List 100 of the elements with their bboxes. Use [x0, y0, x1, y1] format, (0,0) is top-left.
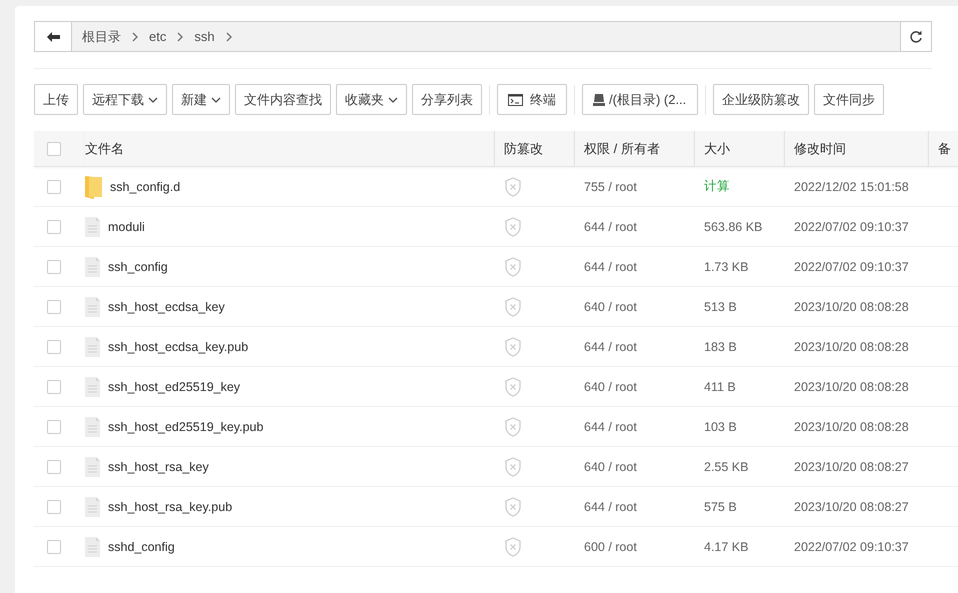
shield-x-icon[interactable] [504, 296, 522, 316]
checkbox[interactable] [47, 460, 61, 474]
disk-icon [593, 94, 605, 106]
dropdown-button[interactable]: 收藏夹 [336, 84, 407, 115]
file-name[interactable]: sshd_config [108, 540, 175, 554]
modified-time: 2022/12/02 15:01:58 [794, 180, 909, 194]
terminal-button[interactable]: 终端 [497, 84, 567, 115]
permission-text[interactable]: 640 / root [584, 300, 637, 314]
back-arrow-icon [46, 32, 60, 42]
permission-text[interactable]: 755 / root [584, 180, 637, 194]
checkbox[interactable] [47, 180, 61, 194]
shield-x-icon[interactable] [504, 496, 522, 516]
refresh-icon [909, 30, 923, 44]
column-header[interactable]: 修改时间 [794, 140, 846, 158]
file-icon [85, 496, 100, 516]
shield-x-icon[interactable] [504, 176, 522, 196]
file-name[interactable]: ssh_host_ed25519_key.pub [108, 420, 264, 434]
file-name[interactable]: ssh_host_ecdsa_key [108, 300, 225, 314]
refresh-button[interactable] [900, 22, 931, 51]
caret-icon [148, 96, 158, 102]
toolbar-button[interactable]: 企业级防篡改 [713, 84, 809, 115]
permission-text[interactable]: 644 / root [584, 420, 637, 434]
shield-x-icon[interactable] [504, 376, 522, 396]
chevron-icon [224, 32, 233, 42]
checkbox[interactable] [47, 300, 61, 314]
breadcrumb-item[interactable]: 根目录 [78, 28, 125, 46]
file-size: 563.86 KB [704, 220, 762, 234]
file-size: 513 B [704, 300, 737, 314]
disk-label: /(根目录) (2... [609, 90, 686, 108]
checkbox[interactable] [47, 420, 61, 434]
file-size: 4.17 KB [704, 540, 748, 554]
checkbox[interactable] [47, 220, 61, 234]
modified-time: 2022/07/02 09:10:37 [794, 540, 909, 554]
checkbox[interactable] [47, 260, 61, 274]
shield-x-icon[interactable] [504, 336, 522, 356]
file-name[interactable]: ssh_config.d [110, 180, 180, 194]
modified-time: 2023/10/20 08:08:28 [794, 380, 909, 394]
file-icon [85, 336, 100, 356]
modified-time: 2022/07/02 09:10:37 [794, 220, 909, 234]
file-name[interactable]: moduli [108, 220, 145, 234]
shield-x-icon[interactable] [504, 416, 522, 436]
file-icon [85, 296, 100, 316]
permission-text[interactable]: 644 / root [584, 340, 637, 354]
caret-icon [388, 96, 398, 102]
toolbar-button[interactable]: 分享列表 [412, 84, 482, 115]
checkbox[interactable] [47, 142, 61, 156]
permission-text[interactable]: 640 / root [584, 460, 637, 474]
disk-button[interactable]: /(根目录) (2... [582, 84, 698, 115]
dropdown-button[interactable]: 远程下载 [83, 84, 167, 115]
file-size: 1.73 KB [704, 260, 748, 274]
file-size: 575 B [704, 500, 737, 514]
permission-text[interactable]: 644 / root [584, 500, 637, 514]
file-name[interactable]: ssh_host_ed25519_key [108, 380, 240, 394]
file-name[interactable]: ssh_config [108, 260, 168, 274]
modified-time: 2023/10/20 08:08:28 [794, 420, 909, 434]
file-name[interactable]: ssh_host_rsa_key.pub [108, 500, 232, 514]
checkbox[interactable] [47, 340, 61, 354]
terminal-icon [508, 94, 523, 106]
modified-time: 2022/07/02 09:10:37 [794, 260, 909, 274]
file-icon [85, 376, 100, 396]
checkbox[interactable] [47, 540, 61, 554]
terminal-label: 终端 [530, 90, 556, 108]
file-icon [85, 256, 100, 276]
shield-x-icon[interactable] [504, 456, 522, 476]
modified-time: 2023/10/20 08:08:27 [794, 460, 909, 474]
shield-x-icon[interactable] [504, 256, 522, 276]
shield-x-icon[interactable] [504, 216, 522, 236]
chevron-icon [176, 32, 184, 42]
column-header[interactable]: 文件名 [85, 140, 124, 158]
permission-text[interactable]: 644 / root [584, 260, 637, 274]
modified-time: 2023/10/20 08:08:28 [794, 340, 909, 354]
caret-icon [211, 96, 221, 102]
chevron-icon [131, 32, 139, 42]
file-size: 103 B [704, 420, 737, 434]
checkbox[interactable] [47, 500, 61, 514]
shield-x-icon[interactable] [504, 536, 522, 556]
file-size: 411 B [704, 380, 736, 394]
checkbox[interactable] [47, 380, 61, 394]
file-size: 2.55 KB [704, 460, 748, 474]
file-size: 183 B [704, 340, 737, 354]
file-icon [85, 456, 100, 476]
toolbar-button[interactable]: 文件内容查找 [235, 84, 331, 115]
permission-text[interactable]: 640 / root [584, 380, 637, 394]
permission-text[interactable]: 644 / root [584, 220, 637, 234]
modified-time: 2023/10/20 08:08:28 [794, 300, 909, 314]
permission-text[interactable]: 600 / root [584, 540, 637, 554]
file-name[interactable]: ssh_host_ecdsa_key.pub [108, 340, 248, 354]
back-button[interactable] [35, 22, 72, 51]
toolbar-button[interactable]: 文件同步 [814, 84, 884, 115]
folder-icon [85, 174, 102, 198]
file-icon [85, 216, 100, 236]
file-name[interactable]: ssh_host_rsa_key [108, 460, 209, 474]
breadcrumb-item[interactable]: ssh [190, 29, 219, 44]
dropdown-button[interactable]: 新建 [172, 84, 230, 115]
breadcrumb-item[interactable]: etc [145, 29, 170, 44]
file-icon [85, 416, 100, 436]
modified-time: 2023/10/20 08:08:27 [794, 500, 909, 514]
file-icon [85, 536, 100, 556]
toolbar-button[interactable]: 上传 [34, 84, 78, 115]
column-header[interactable]: 大小 [704, 140, 730, 158]
